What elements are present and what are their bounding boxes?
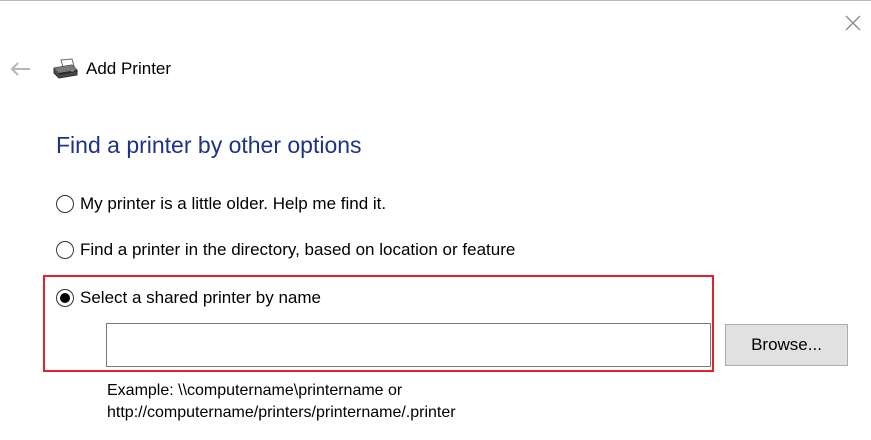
option-label: Find a printer in the directory, based o… — [80, 240, 516, 259]
option-shared-printer-by-name[interactable]: Select a shared printer by name — [56, 287, 321, 309]
radio-button[interactable] — [56, 241, 74, 259]
page-title: Find a printer by other options — [56, 132, 362, 158]
option-directory-search[interactable]: Find a printer in the directory, based o… — [56, 239, 515, 261]
window-title: Add Printer — [86, 59, 172, 78]
shared-printer-name-input[interactable] — [106, 323, 711, 367]
printer-icon — [53, 58, 78, 79]
example-text: Example: \\computername\printername or h… — [107, 380, 456, 424]
window-top-border — [0, 0, 871, 1]
option-label: My printer is a little older. Help me fi… — [80, 194, 387, 213]
back-button[interactable] — [6, 57, 34, 81]
example-line-2: http://computername/printers/printername… — [107, 404, 456, 421]
browse-button[interactable]: Browse... — [725, 324, 848, 366]
option-label: Select a shared printer by name — [80, 288, 321, 307]
radio-selected-dot — [60, 293, 70, 303]
radio-button[interactable] — [56, 195, 74, 213]
close-button[interactable] — [840, 10, 866, 36]
close-icon — [845, 15, 861, 31]
radio-button-selected[interactable] — [56, 289, 74, 307]
option-older-printer[interactable]: My printer is a little older. Help me fi… — [56, 193, 386, 215]
back-arrow-icon — [10, 62, 30, 76]
example-line-1: Example: \\computername\printername or — [107, 382, 403, 399]
